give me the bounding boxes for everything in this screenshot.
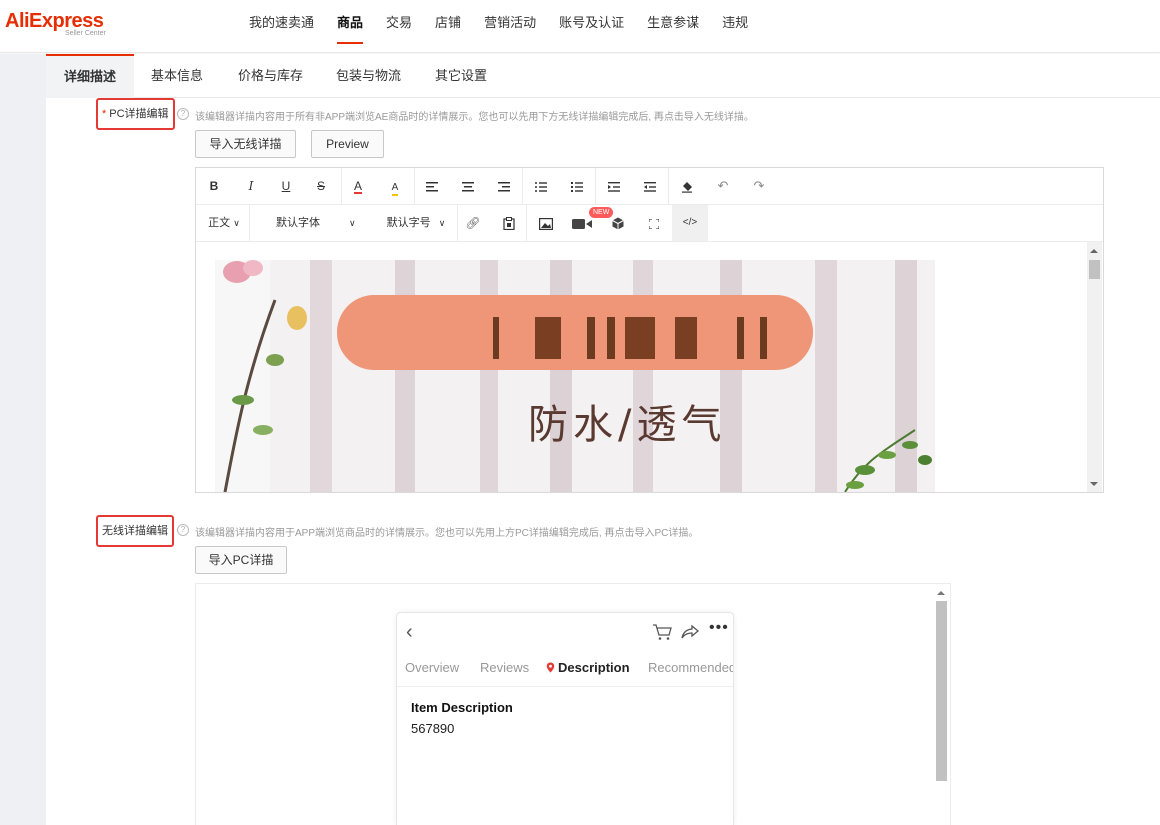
- nav-item-marketing[interactable]: 营销活动: [484, 0, 536, 46]
- import-mobile-description-button[interactable]: 导入无线详描: [195, 130, 296, 158]
- numbered-list-icon[interactable]: [567, 168, 587, 204]
- item-description-title: Item Description: [411, 700, 513, 715]
- phone-tab-reviews[interactable]: Reviews: [480, 660, 529, 675]
- preview-button[interactable]: Preview: [311, 130, 384, 158]
- pc-description-label: * PC详描编辑: [96, 98, 175, 130]
- pc-rich-text-editor: B I U S A A ↶ ↷ 正文 ∨ 默认字体 ∨ 默认字号 ∨ 🔗︎ NE…: [195, 167, 1104, 493]
- phone-tab-overview[interactable]: Overview: [405, 660, 459, 675]
- tab-detailed-description[interactable]: 详细描述: [46, 54, 134, 98]
- italic-icon[interactable]: I: [241, 168, 261, 204]
- main-nav: 我的速卖通 商品 交易 店铺 营销活动 账号及认证 生意参谋 违规: [249, 0, 771, 53]
- eraser-icon[interactable]: [677, 168, 697, 204]
- fullscreen-icon[interactable]: [644, 205, 664, 241]
- mobile-description-label: 无线详描编辑: [96, 515, 174, 547]
- nav-item-store[interactable]: 店铺: [435, 0, 461, 46]
- chevron-down-icon: ∨: [438, 218, 446, 228]
- logo-subtitle: Seller Center: [65, 30, 106, 37]
- left-sidebar-strip: [0, 54, 46, 825]
- location-pin-icon: [546, 662, 555, 676]
- bold-icon[interactable]: B: [204, 168, 224, 204]
- editor-toolbar-row2: 正文 ∨ 默认字体 ∨ 默认字号 ∨ 🔗︎ NEW </>: [196, 205, 1103, 242]
- editor-toolbar-row1: B I U S A A ↶ ↷: [196, 168, 1103, 205]
- mobile-description-editor: ‹ ••• Overview Reviews Description Recom…: [195, 583, 951, 825]
- product-edit-tabs: 详细描述 基本信息 价格与库存 包装与物流 其它设置: [46, 54, 1160, 98]
- scroll-up-icon[interactable]: [937, 591, 945, 595]
- font-size-select[interactable]: 默认字号 ∨: [383, 205, 449, 241]
- pc-label-text: PC详描编辑: [109, 108, 169, 120]
- font-family-select[interactable]: 默认字体 ∨: [276, 205, 361, 241]
- chevron-down-icon: ∨: [233, 218, 240, 228]
- font-size-value: 默认字号: [386, 217, 431, 229]
- nav-item-orders[interactable]: 交易: [386, 0, 412, 46]
- underline-icon[interactable]: U: [276, 168, 296, 204]
- banner-caption: 防水/透气: [528, 402, 727, 448]
- outdent-icon[interactable]: [640, 168, 660, 204]
- scrollbar-thumb[interactable]: [936, 601, 947, 781]
- undo-icon[interactable]: ↶: [713, 168, 733, 204]
- font-color-icon[interactable]: A: [348, 168, 368, 204]
- code-icon: </>: [682, 217, 698, 228]
- editor-content-area[interactable]: 防水/透气: [196, 242, 1087, 492]
- cart-icon[interactable]: [652, 623, 672, 644]
- redo-icon[interactable]: ↷: [749, 168, 769, 204]
- help-icon[interactable]: ?: [177, 524, 189, 536]
- required-mark: *: [102, 108, 107, 120]
- nav-item-account[interactable]: 账号及认证: [559, 0, 624, 46]
- font-family-value: 默认字体: [276, 217, 320, 229]
- strikethrough-icon[interactable]: S: [311, 168, 331, 204]
- paragraph-format-value: 正文: [208, 217, 231, 229]
- logo-text: AliExpress: [5, 10, 104, 32]
- import-pc-description-button[interactable]: 导入PC详描: [195, 546, 287, 574]
- tab-basic-info[interactable]: 基本信息: [151, 54, 203, 98]
- source-code-button[interactable]: </>: [672, 205, 708, 241]
- align-right-icon[interactable]: [494, 168, 514, 204]
- tab-packaging-logistics[interactable]: 包装与物流: [336, 54, 401, 98]
- phone-tab-recommended[interactable]: Recommended: [648, 660, 733, 675]
- phone-preview: ‹ ••• Overview Reviews Description Recom…: [396, 612, 734, 825]
- divider: [397, 686, 733, 687]
- scrollbar-thumb[interactable]: [1089, 260, 1100, 279]
- aliexpress-logo[interactable]: AliExpress Seller Center: [5, 10, 106, 37]
- phone-tab-description[interactable]: Description: [558, 660, 630, 675]
- scroll-up-icon[interactable]: [1090, 249, 1098, 253]
- share-icon[interactable]: [681, 624, 700, 643]
- product-banner-image: 防水/透气: [215, 260, 935, 492]
- 3d-model-icon[interactable]: [608, 205, 628, 241]
- align-left-icon[interactable]: [422, 168, 442, 204]
- back-chevron-icon[interactable]: ‹: [406, 621, 413, 644]
- editor-scrollbar[interactable]: [1087, 242, 1102, 492]
- mobile-description-hint: 该编辑器详描内容用于APP端浏览商品时的详情展示。您也可以先用上方PC详描编辑完…: [195, 528, 699, 539]
- nav-item-products[interactable]: 商品: [337, 0, 364, 46]
- link-icon[interactable]: 🔗︎: [463, 205, 483, 241]
- top-navigation-bar: AliExpress Seller Center 我的速卖通 商品 交易 店铺 …: [0, 0, 1160, 53]
- mobile-editor-scrollbar[interactable]: [934, 584, 949, 825]
- scroll-down-icon[interactable]: [1090, 482, 1098, 486]
- nav-item-my-aliexpress[interactable]: 我的速卖通: [249, 0, 314, 46]
- chevron-down-icon: ∨: [349, 218, 356, 228]
- tab-price-inventory[interactable]: 价格与库存: [238, 54, 303, 98]
- nav-item-violations[interactable]: 违规: [722, 0, 748, 46]
- mobile-label-text: 无线详描编辑: [102, 525, 168, 537]
- image-icon[interactable]: [536, 205, 556, 241]
- indent-icon[interactable]: [604, 168, 624, 204]
- highlight-icon[interactable]: A: [385, 168, 405, 204]
- paragraph-format-select[interactable]: 正文 ∨: [204, 205, 244, 241]
- bullet-list-icon[interactable]: [531, 168, 551, 204]
- pc-description-hint: 该编辑器详描内容用于所有非APP端浏览AE商品时的详情展示。您也可以先用下方无线…: [195, 112, 754, 123]
- paste-icon[interactable]: [499, 205, 519, 241]
- help-icon[interactable]: ?: [177, 108, 189, 120]
- nav-item-business-advisor[interactable]: 生意参谋: [647, 0, 699, 46]
- more-icon[interactable]: •••: [709, 619, 729, 637]
- item-description-value: 567890: [411, 721, 455, 736]
- align-center-icon[interactable]: [458, 168, 478, 204]
- tab-other-settings[interactable]: 其它设置: [435, 54, 487, 98]
